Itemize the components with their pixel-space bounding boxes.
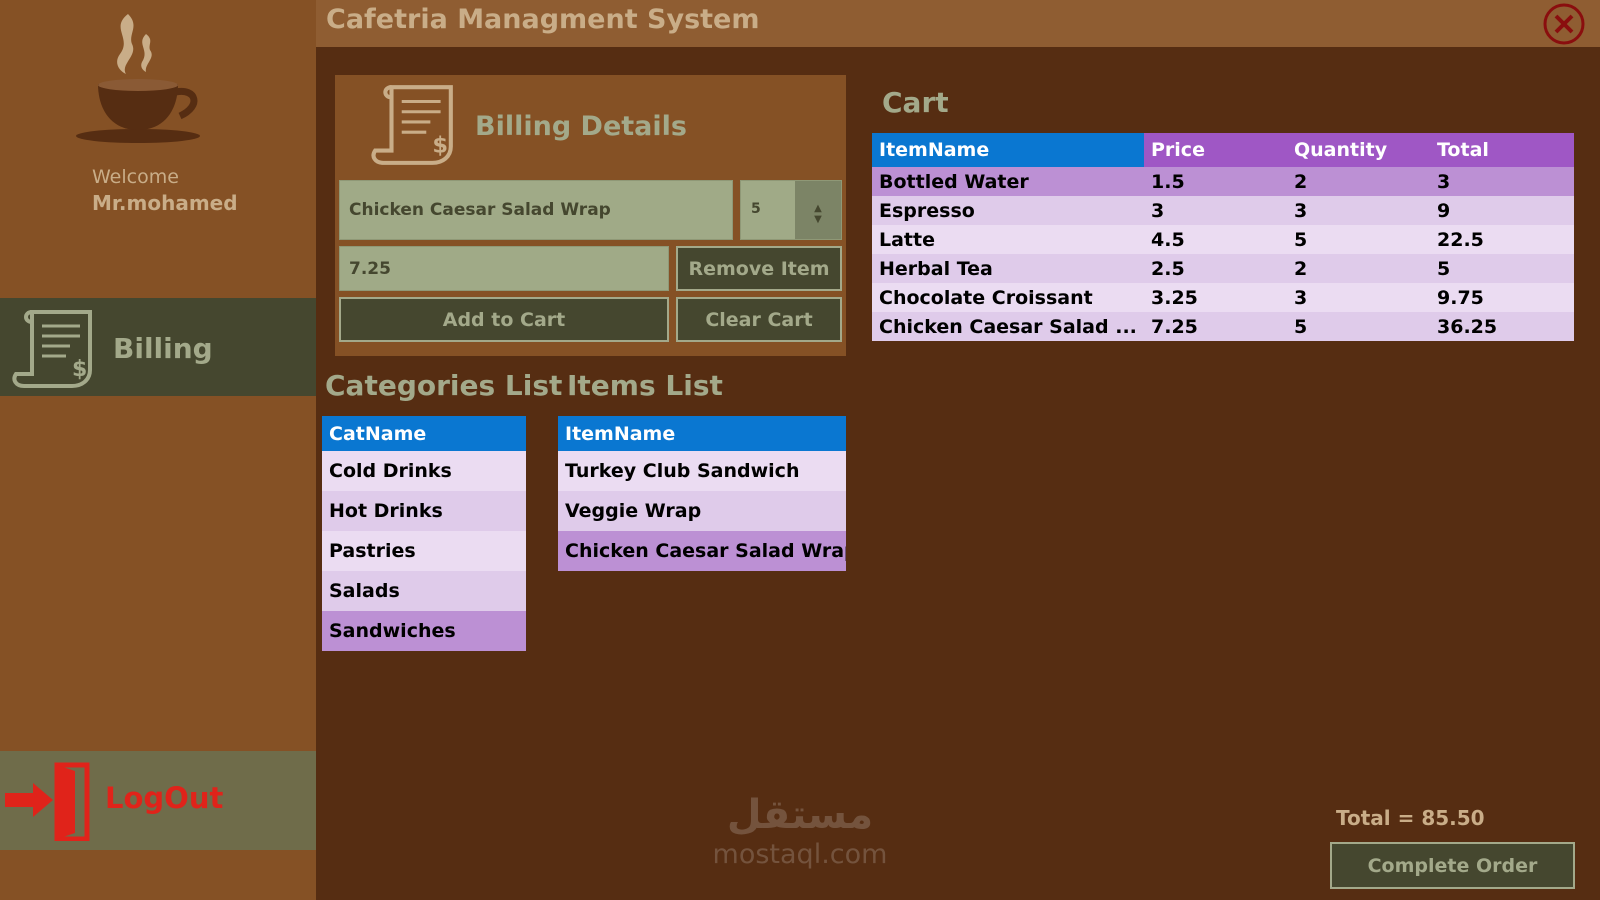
cell[interactable]: 2: [1287, 254, 1430, 283]
user-name: Mr.mohamed: [92, 191, 238, 215]
coffee-cup-icon: [76, 14, 200, 143]
cell[interactable]: Veggie Wrap: [558, 491, 846, 531]
column-header-total[interactable]: Total: [1430, 133, 1574, 167]
table-row[interactable]: Herbal Tea 2.5 2 5: [872, 254, 1574, 283]
watermark-arabic: مستقل: [726, 792, 874, 838]
order-total: Total = 85.50: [1336, 806, 1485, 830]
complete-order-button[interactable]: Complete Order: [1330, 842, 1575, 889]
cell[interactable]: 3.25: [1144, 283, 1287, 312]
column-header[interactable]: ItemName: [558, 416, 846, 451]
cell[interactable]: Latte: [872, 225, 1144, 254]
items-heading: Items List: [567, 369, 723, 402]
table-row[interactable]: Espresso 3 3 9: [872, 196, 1574, 225]
table-row-selected[interactable]: Bottled Water 1.5 2 3: [872, 167, 1574, 196]
welcome-text: Welcome: [92, 166, 179, 188]
receipt-icon: $: [371, 85, 453, 165]
cell[interactable]: 9.75: [1430, 283, 1574, 312]
cell[interactable]: 2: [1287, 167, 1430, 196]
cell[interactable]: 5: [1430, 254, 1574, 283]
table-row[interactable]: Chocolate Croissant 3.25 3 9.75: [872, 283, 1574, 312]
watermark-logo: مستقل mostaql.com: [700, 790, 900, 885]
remove-item-button[interactable]: Remove Item: [676, 246, 842, 291]
svg-text:$: $: [72, 357, 87, 382]
cell[interactable]: Herbal Tea: [872, 254, 1144, 283]
table-row[interactable]: Salads: [322, 571, 526, 611]
cell[interactable]: 1.5: [1144, 167, 1287, 196]
cell[interactable]: 3: [1144, 196, 1287, 225]
watermark-latin: mostaql.com: [712, 839, 888, 870]
cell[interactable]: 5: [1287, 225, 1430, 254]
billing-title: Billing Details: [475, 111, 687, 142]
cell[interactable]: 3: [1287, 283, 1430, 312]
table-row[interactable]: Latte 4.5 5 22.5: [872, 225, 1574, 254]
close-icon[interactable]: [1542, 2, 1586, 46]
cell[interactable]: Chicken Caesar Salad Wrap: [558, 531, 846, 571]
table-row[interactable]: Chicken Caesar Salad ... 7.25 5 36.25: [872, 312, 1574, 341]
price-field[interactable]: 7.25: [339, 246, 669, 291]
svg-text:$: $: [432, 133, 448, 159]
cell[interactable]: 36.25: [1430, 312, 1574, 341]
column-header[interactable]: CatName: [322, 416, 526, 451]
receipt-icon: $: [12, 310, 92, 388]
column-header-quantity[interactable]: Quantity: [1287, 133, 1430, 167]
exit-door-icon: [5, 762, 90, 841]
cell[interactable]: 2.5: [1144, 254, 1287, 283]
table-row-selected[interactable]: Chicken Caesar Salad Wrap: [558, 531, 846, 571]
table-row[interactable]: Veggie Wrap: [558, 491, 846, 531]
categories-heading: Categories List: [325, 369, 563, 402]
sidebar-item-label: Billing: [113, 332, 213, 365]
cell[interactable]: Salads: [322, 571, 526, 611]
cell[interactable]: Chicken Caesar Salad ...: [872, 312, 1144, 341]
quantity-stepper[interactable]: 5 ▲ ▼: [740, 180, 842, 240]
app-title: Cafetria Managment System: [326, 4, 760, 35]
cell[interactable]: Sandwiches: [322, 611, 526, 651]
logout-label: LogOut: [105, 781, 224, 815]
items-table[interactable]: ItemName Turkey Club Sandwich Veggie Wra…: [558, 416, 846, 571]
cell[interactable]: 4.5: [1144, 225, 1287, 254]
clear-cart-button[interactable]: Clear Cart: [676, 297, 842, 342]
column-header-itemname[interactable]: ItemName: [872, 133, 1144, 167]
table-row[interactable]: Turkey Club Sandwich: [558, 451, 846, 491]
title-bar: Cafetria Managment System: [316, 0, 1600, 47]
cell[interactable]: 3: [1287, 196, 1430, 225]
sidebar-item-billing[interactable]: $ Billing: [0, 298, 316, 396]
quantity-value: 5: [751, 201, 761, 217]
column-header-price[interactable]: Price: [1144, 133, 1287, 167]
table-row[interactable]: Hot Drinks: [322, 491, 526, 531]
up-down-icon[interactable]: ▲ ▼: [795, 181, 841, 239]
cell[interactable]: 22.5: [1430, 225, 1574, 254]
cell[interactable]: 7.25: [1144, 312, 1287, 341]
cell[interactable]: Espresso: [872, 196, 1144, 225]
cell[interactable]: Cold Drinks: [322, 451, 526, 491]
logout-button[interactable]: LogOut: [0, 751, 316, 850]
cell[interactable]: 5: [1287, 312, 1430, 341]
sidebar: Welcome Mr.mohamed $ Billing LogOut: [0, 0, 316, 900]
cell[interactable]: Chocolate Croissant: [872, 283, 1144, 312]
categories-table[interactable]: CatName Cold Drinks Hot Drinks Pastries …: [322, 416, 526, 651]
cell[interactable]: Bottled Water: [872, 167, 1144, 196]
table-row[interactable]: Pastries: [322, 531, 526, 571]
billing-details-panel: $ Billing Details Chicken Caesar Salad W…: [335, 75, 846, 356]
add-to-cart-button[interactable]: Add to Cart: [339, 297, 669, 342]
item-name-field[interactable]: Chicken Caesar Salad Wrap: [339, 180, 733, 240]
cell[interactable]: Pastries: [322, 531, 526, 571]
cart-table[interactable]: ItemName Price Quantity Total Bottled Wa…: [872, 133, 1574, 341]
cell[interactable]: Hot Drinks: [322, 491, 526, 531]
table-row[interactable]: Cold Drinks: [322, 451, 526, 491]
cell[interactable]: 9: [1430, 196, 1574, 225]
cart-heading: Cart: [882, 86, 949, 119]
cell[interactable]: Turkey Club Sandwich: [558, 451, 846, 491]
table-row-selected[interactable]: Sandwiches: [322, 611, 526, 651]
cell[interactable]: 3: [1430, 167, 1574, 196]
